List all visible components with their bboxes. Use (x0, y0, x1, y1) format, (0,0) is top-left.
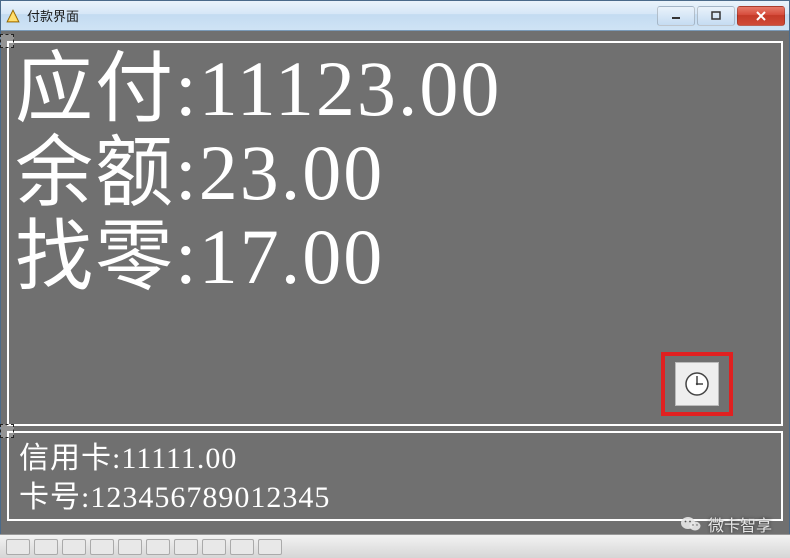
design-handle-icon (0, 34, 14, 48)
credit-label: 信用卡 (19, 442, 112, 475)
amount-due-row: 应付:11123.00 (15, 47, 775, 131)
amounts-panel: 应付:11123.00 余额:23.00 找零:17.00 (7, 41, 783, 426)
taskbar (0, 534, 790, 558)
task-button[interactable] (202, 539, 226, 555)
window-title: 付款界面 (27, 6, 657, 25)
task-button[interactable] (258, 539, 282, 555)
task-button[interactable] (90, 539, 114, 555)
watermark: 微卡智享 (680, 512, 772, 536)
timer-button[interactable] (675, 362, 719, 406)
cardno-value: 123456789012345 (90, 481, 330, 514)
task-button[interactable] (62, 539, 86, 555)
task-button[interactable] (146, 539, 170, 555)
design-handle-icon (0, 424, 14, 438)
task-button[interactable] (118, 539, 142, 555)
client-area: 应付:11123.00 余额:23.00 找零:17.00 (1, 31, 789, 534)
timer-highlight (661, 352, 733, 416)
titlebar[interactable]: 付款界面 (1, 1, 789, 31)
cardno-label: 卡号 (19, 481, 81, 514)
wechat-icon (680, 513, 702, 535)
card-panel: 信用卡:11111.00 卡号:123456789012345 (7, 431, 783, 521)
watermark-text: 微卡智享 (708, 512, 772, 536)
close-button[interactable] (737, 6, 785, 26)
cardno-row: 卡号:123456789012345 (19, 478, 771, 517)
maximize-button[interactable] (697, 6, 735, 26)
task-button[interactable] (34, 539, 58, 555)
balance-label: 余额 (15, 129, 175, 216)
clock-icon (684, 371, 710, 397)
change-label: 找零 (15, 213, 175, 300)
balance-value: 23.00 (199, 129, 385, 216)
balance-row: 余额:23.00 (15, 131, 775, 215)
payment-window: 付款界面 应付:11123.00 (0, 0, 790, 534)
change-row: 找零:17.00 (15, 215, 775, 299)
change-value: 17.00 (199, 213, 385, 300)
due-value: 11123.00 (199, 45, 502, 132)
credit-row: 信用卡:11111.00 (19, 439, 771, 478)
minimize-button[interactable] (657, 6, 695, 26)
task-button[interactable] (174, 539, 198, 555)
task-button[interactable] (6, 539, 30, 555)
window-controls (657, 6, 785, 26)
task-button[interactable] (230, 539, 254, 555)
due-label: 应付 (15, 45, 175, 132)
app-icon (5, 8, 21, 24)
credit-value: 11111.00 (121, 442, 237, 475)
